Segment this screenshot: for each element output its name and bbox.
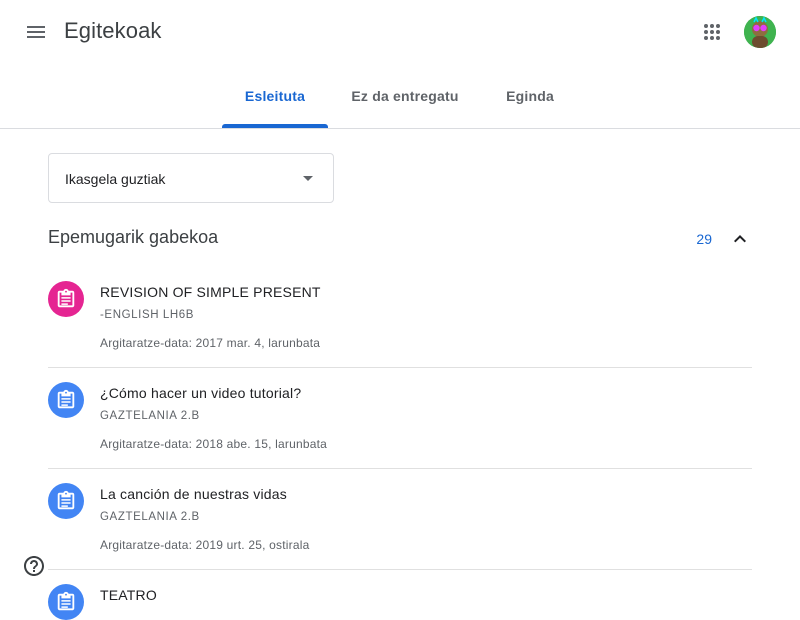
- assignment-title: REVISION OF SIMPLE PRESENT: [100, 284, 321, 300]
- class-filter-value: Ikasgela guztiak: [65, 171, 166, 187]
- account-avatar[interactable]: [744, 16, 776, 48]
- user-avatar-icon: [744, 16, 776, 48]
- tab-done[interactable]: Eginda: [488, 64, 572, 128]
- active-tab-indicator: [222, 124, 328, 128]
- help-button[interactable]: [20, 552, 48, 580]
- assignment-avatar: [48, 382, 84, 418]
- collapse-section-button[interactable]: [722, 221, 758, 257]
- assignment-date: Argitaratze-data: 2018 abe. 15, larunbat…: [100, 437, 328, 451]
- google-apps-button[interactable]: [692, 12, 732, 52]
- assignment-icon: [57, 389, 75, 409]
- apps-grid-icon: [704, 24, 720, 40]
- assignment-icon: [57, 288, 75, 308]
- assignment-icon: [57, 490, 75, 510]
- assignment-avatar: [48, 281, 84, 317]
- section-count: 29: [696, 231, 712, 247]
- assignment-class: -ENGLISH LH6B: [100, 309, 195, 321]
- assignment-title: ¿Cómo hacer un video tutorial?: [100, 385, 302, 401]
- assignment-avatar: [48, 584, 84, 620]
- assignment-date: Argitaratze-data: 2019 urt. 25, ostirala: [100, 538, 310, 552]
- assignment-item[interactable]: TEATRO: [48, 570, 752, 620]
- chevron-up-icon: [734, 235, 746, 243]
- assignment-title: TEATRO: [100, 587, 157, 603]
- assignment-item[interactable]: REVISION OF SIMPLE PRESENT -ENGLISH LH6B…: [48, 267, 752, 368]
- assignment-icon: [57, 591, 75, 611]
- section-title: Epemugarik gabekoa: [48, 227, 219, 247]
- assignment-class: GAZTELANIA 2.B: [100, 511, 200, 523]
- help-icon: [24, 556, 44, 576]
- tab-missing[interactable]: Ez da entregatu: [334, 64, 476, 128]
- dropdown-arrow-icon: [303, 176, 313, 181]
- assignment-date: Argitaratze-data: 2017 mar. 4, larunbata: [100, 336, 321, 350]
- assignment-item[interactable]: La canción de nuestras vidas GAZTELANIA …: [48, 469, 752, 570]
- top-app-bar: Egitekoak: [0, 0, 800, 64]
- assignment-title: La canción de nuestras vidas: [100, 486, 287, 502]
- tab-assigned[interactable]: Esleituta: [222, 64, 328, 128]
- class-filter-select[interactable]: Ikasgela guztiak: [48, 153, 334, 203]
- main-menu-button[interactable]: [16, 12, 56, 52]
- page-title: Egitekoak: [64, 18, 162, 43]
- tab-bar: Esleituta Ez da entregatu Eginda: [0, 64, 800, 129]
- assignment-item[interactable]: ¿Cómo hacer un video tutorial? GAZTELANI…: [48, 368, 752, 469]
- assignment-class: GAZTELANIA 2.B: [100, 410, 200, 422]
- assignment-avatar: [48, 483, 84, 519]
- hamburger-menu-icon: [27, 26, 45, 38]
